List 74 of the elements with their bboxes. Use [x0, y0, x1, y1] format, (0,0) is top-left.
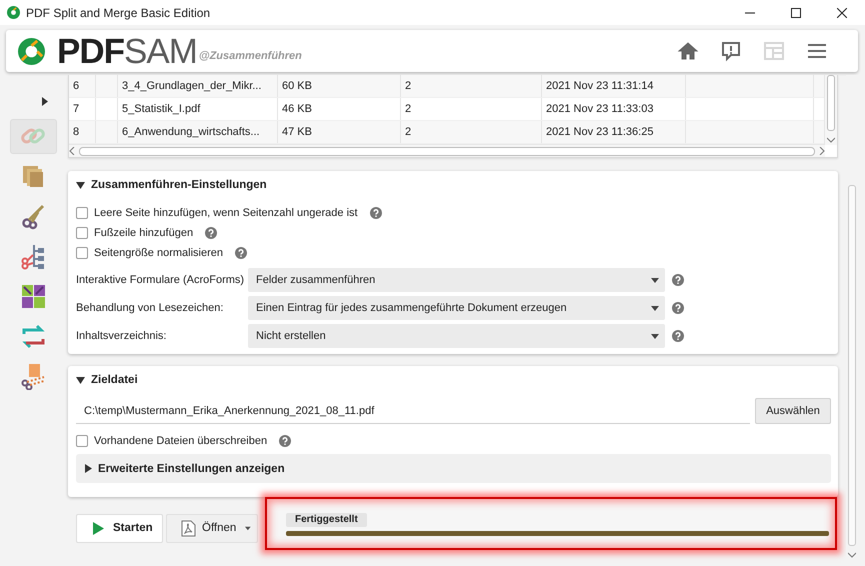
help-icon [672, 274, 684, 286]
collapse-icon [76, 182, 85, 188]
expand-icon [42, 97, 48, 106]
split-tree-icon [20, 243, 47, 270]
checkbox-label: Vorhandene Dateien überschreiben [94, 435, 268, 447]
dropdown[interactable]: Felder zusammenführen [248, 268, 665, 292]
table-cell: 2 [401, 75, 542, 97]
section-header[interactable]: Zieldatei [76, 366, 138, 394]
rotate-icon [20, 323, 47, 350]
logo-wordmark: PDFSAM [57, 34, 197, 68]
caret-icon [245, 526, 251, 530]
table-cell: 6_Anwendung_wirtschafts... [118, 121, 278, 143]
help-icon [279, 435, 292, 447]
scroll-left-icon [69, 147, 75, 155]
checkbox[interactable] [76, 227, 88, 239]
maximize-icon [791, 8, 801, 18]
feedback-icon [720, 40, 742, 62]
home-icon [676, 40, 698, 62]
open-button[interactable]: Öffnen [166, 514, 258, 542]
advanced-settings-toggle[interactable]: Erweiterte Einstellungen anzeigen [76, 454, 831, 483]
vertical-scrollbar[interactable] [824, 75, 837, 145]
dashboard-icon [762, 40, 784, 62]
window-title: PDF Split and Merge Basic Edition [26, 6, 212, 20]
table-cell: 2 [401, 98, 542, 120]
help-icon [672, 302, 684, 314]
table-cell: 60 KB [278, 75, 401, 97]
table-cell: 5_Statistik_I.pdf [118, 98, 278, 120]
expand-icon [85, 464, 92, 473]
checkbox[interactable] [76, 207, 88, 219]
app-logo-icon [18, 38, 45, 64]
field-label: Behandlung von Lesezeichen: [76, 302, 224, 314]
module-label: @Zusammenführen [198, 50, 303, 62]
table-cell: 8 [69, 121, 96, 143]
table-cell: 2021 Nov 23 11:36:25 [542, 121, 686, 143]
table-cell: 2021 Nov 23 11:33:03 [542, 98, 686, 120]
caret-icon [651, 278, 659, 282]
help-icon [205, 227, 218, 239]
help-icon [235, 247, 248, 259]
scroll-down-icon [848, 552, 856, 558]
checkbox-label: Leere Seite hinzufügen, wenn Seitenzahl ungerade ist [94, 207, 358, 219]
table-cell: 3_4_Grundlagen_der_Mikr... [118, 75, 278, 97]
table-cell: 46 KB [278, 98, 401, 120]
close-icon [837, 8, 847, 18]
table-cell: 7 [69, 98, 96, 120]
status-label: Fertiggestellt [286, 513, 367, 527]
dropdown[interactable]: Einen Eintrag für jedes zusammengeführte Dokument erzeugen [248, 296, 665, 320]
field-label: Inhaltsverzeichnis: [76, 330, 166, 342]
table-cell: 2021 Nov 23 11:31:14 [542, 75, 686, 97]
checkbox-label: Fußzeile hinzufügen [94, 227, 194, 239]
scroll-down-icon [827, 137, 835, 143]
start-button[interactable]: Starten [76, 514, 163, 542]
table-cell: 6 [69, 75, 96, 97]
dropdown[interactable]: Nicht erstellen [248, 324, 665, 348]
help-icon [672, 330, 684, 342]
checkbox[interactable] [76, 247, 88, 259]
collapse-icon [76, 376, 85, 384]
help-icon [370, 207, 382, 219]
caret-icon [651, 306, 659, 310]
browse-button[interactable]: Auswählen [755, 398, 831, 424]
table-cell: 47 KB [278, 121, 401, 143]
section-header[interactable]: Zusammenführen-Einstellungen [76, 171, 267, 199]
play-icon [93, 522, 104, 534]
scissors-icon [20, 203, 47, 230]
caret-icon [651, 334, 659, 338]
checkbox-label: Seitengröße normalisieren [94, 247, 224, 259]
app-logo-icon [7, 6, 20, 19]
checkbox[interactable] [76, 435, 88, 447]
field-label: Interaktive Formulare (AcroForms) [76, 274, 244, 286]
extract-icon [20, 363, 47, 390]
table-cell: 2 [401, 121, 542, 143]
tiles-icon [20, 283, 47, 310]
pdf-file-icon [181, 520, 196, 536]
scroll-right-icon [819, 147, 825, 155]
horizontal-scrollbar[interactable] [69, 144, 825, 157]
